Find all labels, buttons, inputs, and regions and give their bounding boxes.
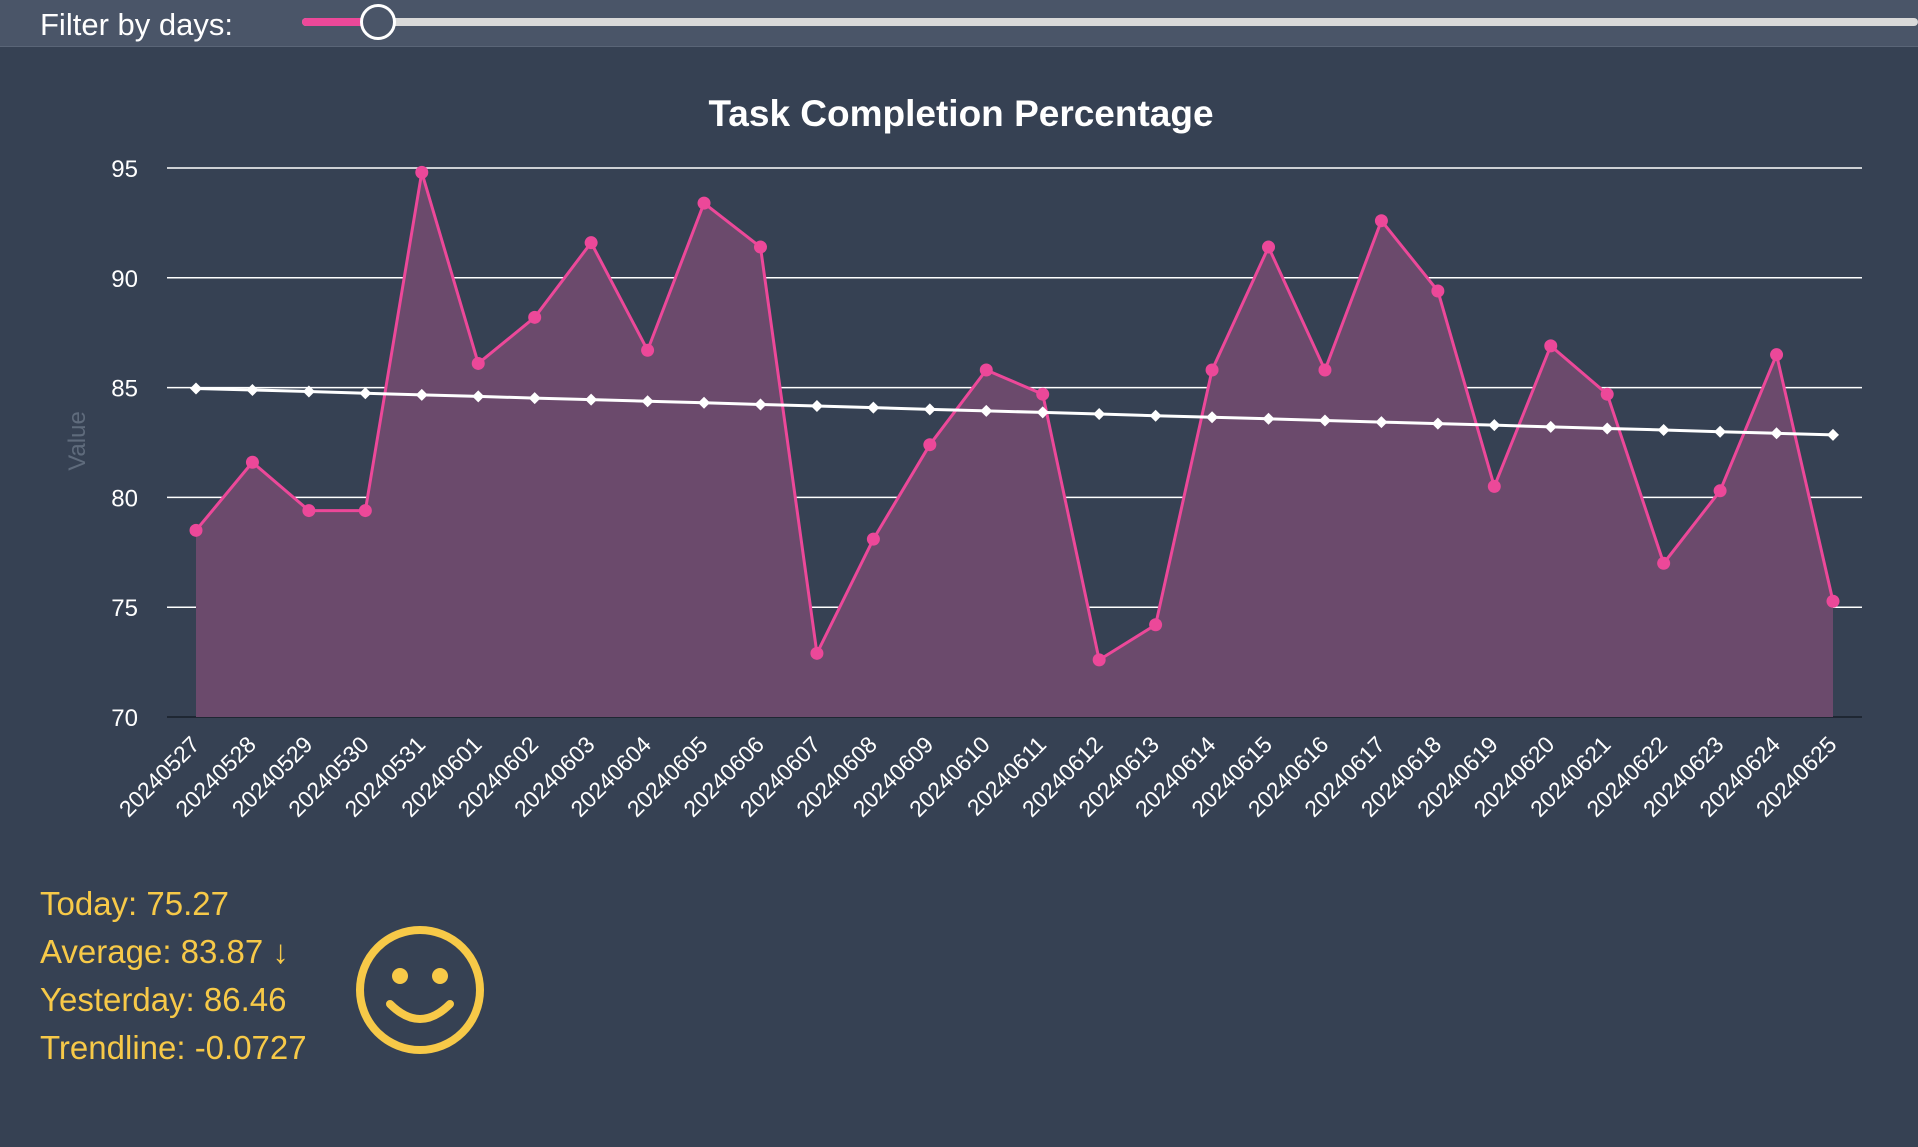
trend-point	[810, 400, 823, 413]
trend-point	[1149, 409, 1162, 422]
trend-point	[923, 403, 936, 416]
y-tick-label: 75	[111, 595, 138, 622]
y-tick-label: 95	[111, 156, 138, 183]
data-point	[1657, 556, 1671, 570]
trend-point	[1657, 423, 1670, 436]
data-point	[189, 523, 203, 537]
filter-bar: Filter by days:	[0, 0, 1918, 47]
data-point	[302, 504, 316, 518]
data-point	[1262, 240, 1276, 254]
data-point	[1036, 387, 1050, 401]
average-stat: Average: 83.87 ↓	[40, 933, 289, 970]
trend-point	[190, 382, 202, 395]
task-completion-chart: Task Completion Percentage Value 70 75 80 8…	[64, 93, 1862, 822]
data-point	[245, 455, 259, 469]
trend-point	[1714, 425, 1727, 438]
data-point	[1374, 214, 1388, 228]
data-point	[1318, 363, 1332, 377]
data-point	[471, 356, 485, 370]
yesterday-stat: Yesterday: 86.46	[40, 981, 287, 1018]
today-stat: Today: 75.27	[40, 885, 229, 922]
data-point	[866, 532, 880, 546]
trend-point	[1827, 428, 1839, 441]
data-point	[1431, 284, 1445, 298]
data-point	[810, 646, 824, 660]
y-tick-label: 85	[111, 376, 138, 403]
y-tick-label: 80	[111, 485, 138, 512]
data-point	[1149, 618, 1163, 632]
data-point	[1826, 594, 1840, 608]
trend-point	[1488, 419, 1501, 432]
data-point	[358, 504, 372, 518]
y-tick-labels: 70 75 80 85 90 95	[111, 156, 138, 732]
stats-panel: Today: 75.27 Average: 83.87 ↓ Yesterday:…	[40, 880, 307, 1072]
data-point	[979, 363, 993, 377]
trend-point	[867, 401, 880, 414]
data-point	[1770, 348, 1784, 362]
filter-label: Filter by days:	[40, 7, 233, 42]
trend-point	[359, 387, 372, 400]
data-point	[584, 236, 598, 250]
area-fill	[196, 172, 1833, 718]
y-axis-label: Value	[64, 411, 91, 471]
trendline-stat: Trendline: -0.0727	[40, 1029, 307, 1066]
x-tick-labels: 2024052720240528202405292024053020240531…	[114, 731, 1842, 822]
chart-title: Task Completion Percentage	[708, 93, 1213, 134]
data-point	[1092, 653, 1106, 667]
data-point	[1544, 339, 1558, 353]
smiley-face-icon	[356, 926, 484, 1054]
data-point	[697, 196, 711, 210]
data-point	[415, 165, 429, 179]
days-slider[interactable]	[302, 4, 1918, 40]
series-area	[196, 172, 1833, 718]
data-point	[528, 310, 542, 324]
y-tick-label: 90	[111, 266, 138, 293]
trend-point	[1093, 407, 1106, 420]
data-point	[923, 438, 937, 452]
data-point	[1713, 484, 1727, 498]
data-point	[1600, 387, 1614, 401]
data-point	[1487, 479, 1501, 493]
data-point	[1205, 363, 1219, 377]
y-tick-label: 70	[111, 705, 138, 732]
trend-point	[246, 384, 259, 397]
data-point	[753, 240, 767, 254]
data-point	[641, 343, 655, 357]
slider-thumb[interactable]	[359, 4, 396, 40]
